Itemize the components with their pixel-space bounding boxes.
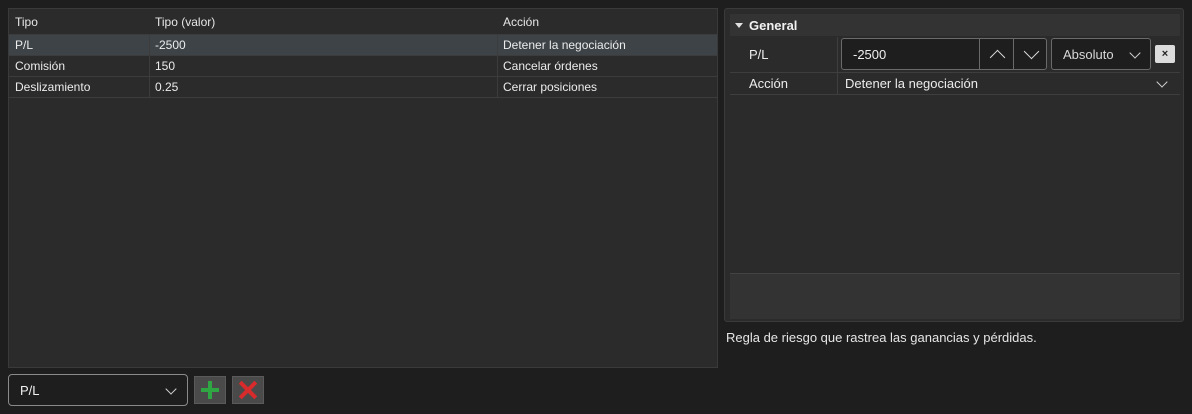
pl-value-input[interactable]: -2500 — [841, 38, 1047, 70]
clear-button[interactable]: × — [1155, 45, 1175, 63]
table-row[interactable]: Deslizamiento 0.25 Cerrar posiciones — [9, 77, 717, 98]
grid-header: Tipo Tipo (valor) Acción — [9, 9, 717, 35]
table-row[interactable]: Comisión 150 Cancelar órdenes — [9, 56, 717, 77]
delete-rule-button[interactable] — [232, 376, 264, 404]
cell-accion: Detener la negociación — [497, 35, 719, 55]
increment-button[interactable] — [979, 39, 1014, 69]
column-header-tipo-valor[interactable]: Tipo (valor) — [149, 9, 497, 34]
cell-tipo: P/L — [15, 38, 34, 52]
cell-valor: -2500 — [149, 35, 497, 55]
cell-accion: Cancelar órdenes — [497, 56, 719, 76]
property-row-accion: Acción Detener la negociación — [730, 73, 1180, 95]
cell-tipo: Deslizamiento — [15, 80, 91, 94]
rule-type-select[interactable]: P/L — [8, 374, 188, 406]
triangle-down-icon — [735, 22, 743, 28]
chevron-down-icon — [165, 383, 177, 395]
action-select-value: Detener la negociación — [845, 76, 978, 91]
cell-valor: 0.25 — [149, 77, 497, 97]
column-header-tipo[interactable]: Tipo — [9, 9, 149, 34]
cell-accion: Cerrar posiciones — [497, 77, 719, 97]
property-row-pl: P/L -2500 Absoluto × — [730, 37, 1180, 73]
chevron-down-icon — [1156, 76, 1168, 88]
column-header-accion[interactable]: Acción — [497, 9, 719, 34]
cell-tipo: Comisión — [15, 59, 66, 73]
x-icon — [239, 381, 257, 399]
rule-description: Regla de riesgo que rastrea las ganancia… — [726, 330, 1037, 345]
chevron-up-icon — [989, 49, 1005, 65]
rule-type-select-value: P/L — [20, 382, 40, 398]
property-label-accion: Acción — [730, 73, 838, 94]
action-select[interactable]: Detener la negociación — [838, 73, 1180, 94]
chevron-down-icon — [1023, 43, 1039, 59]
table-row[interactable]: P/L -2500 Detener la negociación — [9, 35, 717, 56]
pl-value-text[interactable]: -2500 — [842, 39, 979, 69]
rules-grid: Tipo Tipo (valor) Acción P/L -2500 Deten… — [8, 8, 718, 368]
property-panel: General P/L -2500 Absoluto × Acción Dete… — [724, 8, 1184, 322]
add-rule-button[interactable] — [194, 376, 226, 404]
pl-mode-select[interactable]: Absoluto — [1051, 38, 1151, 70]
pl-mode-value: Absoluto — [1063, 46, 1114, 62]
section-title: General — [749, 17, 798, 33]
section-header-general[interactable]: General — [730, 14, 1180, 36]
property-label-pl: P/L — [730, 37, 838, 72]
decrement-button[interactable] — [1013, 39, 1048, 69]
chevron-down-icon — [1129, 47, 1141, 59]
plus-icon — [201, 381, 219, 399]
cell-valor: 150 — [149, 56, 497, 76]
property-description-area — [730, 273, 1180, 319]
